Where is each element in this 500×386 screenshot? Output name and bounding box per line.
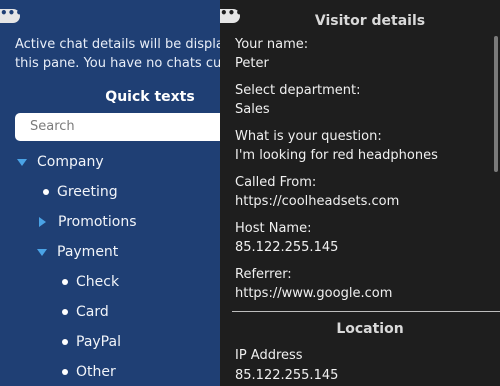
tree-item-label: Company (37, 154, 104, 170)
host-name-label: Host Name: (235, 221, 312, 236)
tree-item-greeting[interactable]: Greeting (43, 182, 118, 202)
tree-item-label: Card (76, 304, 109, 320)
tree-item-check[interactable]: Check (62, 272, 119, 292)
quick-texts-pane: ••• Active chat details will be displa t… (0, 0, 220, 386)
pane-menu-icon[interactable]: ••• (0, 7, 23, 23)
tree-item-other[interactable]: Other (62, 362, 116, 382)
tree-item-company[interactable]: Company (17, 152, 104, 172)
department-value: Sales (235, 102, 270, 117)
expanded-chevron-icon (17, 158, 27, 166)
tree-item-label: Other (76, 364, 116, 380)
tree-item-label: Check (76, 274, 120, 290)
tree-item-payment[interactable]: Payment (37, 242, 118, 262)
section-divider (232, 311, 500, 312)
quick-texts-title: Quick texts (105, 89, 195, 105)
tree-item-card[interactable]: Card (62, 302, 109, 322)
host-name-value: 85.122.255.145 (235, 240, 339, 255)
question-value: I'm looking for red headphones (235, 148, 438, 163)
name-value: Peter (235, 56, 269, 71)
expanded-chevron-icon (37, 248, 47, 256)
bullet-icon (62, 339, 68, 345)
collapsed-chevron-icon (39, 217, 46, 227)
ip-address-value: 85.122.255.145 (235, 368, 339, 383)
bullet-icon (62, 369, 68, 375)
tree-item-label: Payment (57, 244, 119, 260)
visitor-details-title: Visitor details (314, 13, 426, 29)
scrollbar-thumb[interactable] (494, 36, 498, 172)
tree-item-promotions[interactable]: Promotions (39, 212, 137, 232)
no-chats-info: Active chat details will be displa this … (15, 35, 220, 73)
info-line-2: this pane. You have no chats cur (15, 56, 220, 71)
location-title: Location (336, 321, 404, 337)
referrer-value: https://www.google.com (235, 286, 393, 301)
called-from-label: Called From: (235, 175, 317, 190)
bullet-icon (43, 189, 49, 195)
ip-address-label: IP Address (235, 348, 303, 363)
visitor-details-pane: ••• Visitor details Your name: Peter Sel… (220, 0, 500, 386)
info-line-1: Active chat details will be displa (15, 37, 220, 52)
called-from-value: https://coolheadsets.com (235, 194, 400, 209)
department-label: Select department: (235, 83, 361, 98)
name-label: Your name: (235, 37, 309, 52)
tree-item-label: Promotions (58, 214, 137, 230)
tree-item-paypal[interactable]: PayPal (62, 332, 121, 352)
bullet-icon (62, 279, 68, 285)
question-label: What is your question: (235, 129, 382, 144)
search-input[interactable]: Search (15, 113, 220, 141)
tree-item-label: PayPal (76, 334, 121, 350)
referrer-label: Referrer: (235, 267, 292, 282)
bullet-icon (62, 309, 68, 315)
tree-item-label: Greeting (57, 184, 118, 200)
